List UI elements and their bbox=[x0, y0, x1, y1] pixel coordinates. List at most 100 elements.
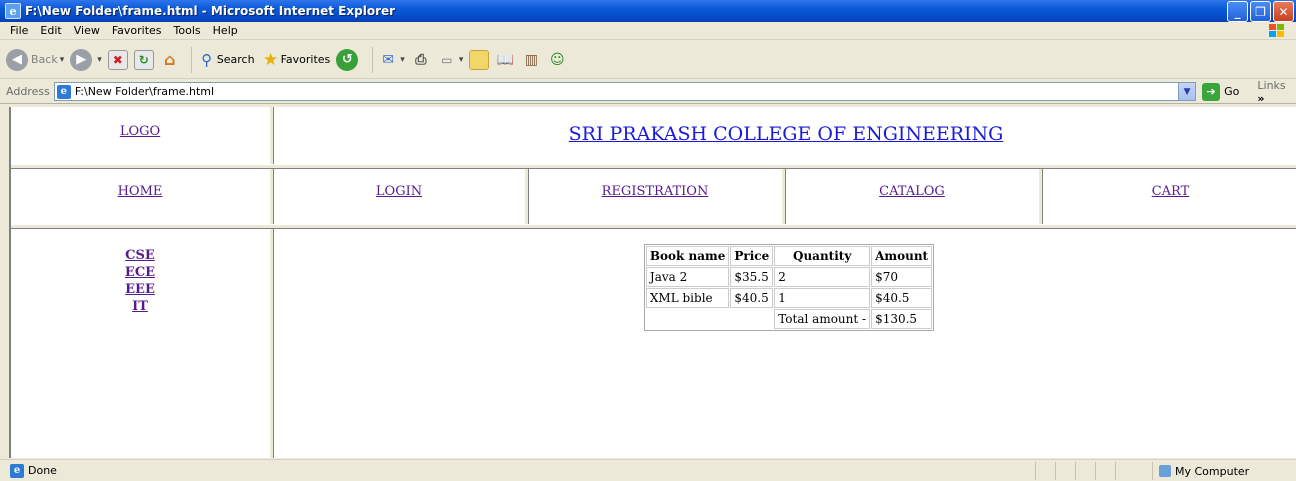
back-button[interactable]: ◀ Back ▾ bbox=[6, 48, 65, 71]
cell-price: $35.5 bbox=[730, 267, 774, 287]
research-icon: 📖 bbox=[496, 51, 515, 68]
address-label: Address bbox=[6, 85, 50, 98]
research-button[interactable]: 📖 bbox=[495, 50, 515, 70]
history-button[interactable]: ↺ bbox=[336, 48, 361, 71]
cell-amount: $40.5 bbox=[871, 288, 933, 308]
menu-help[interactable]: Help bbox=[207, 24, 244, 37]
cell-book-name: XML bible bbox=[645, 288, 730, 308]
folder-button[interactable] bbox=[469, 49, 490, 70]
dept-ece-link[interactable]: ECE bbox=[125, 264, 155, 281]
toolbar-separator bbox=[372, 46, 374, 73]
cell-price: $40.5 bbox=[730, 288, 774, 308]
minimize-button[interactable]: _ bbox=[1227, 1, 1248, 22]
col-price: Price bbox=[730, 246, 774, 266]
college-title-link[interactable]: SRI PRAKASH COLLEGE OF ENGINEERING bbox=[569, 123, 1004, 145]
go-button[interactable]: ➔ Go bbox=[1202, 82, 1239, 101]
book-icon: ▥ bbox=[524, 51, 538, 68]
nav-registration-link[interactable]: REGISTRATION bbox=[602, 184, 709, 199]
home-icon: ⌂ bbox=[164, 50, 176, 69]
login-frame: LOGIN bbox=[274, 169, 524, 224]
col-quantity: Quantity bbox=[774, 246, 871, 266]
search-button[interactable]: ⚲ Search bbox=[197, 50, 255, 70]
status-panel bbox=[1035, 462, 1055, 480]
close-button[interactable]: ✕ bbox=[1273, 1, 1294, 22]
status-panel bbox=[1055, 462, 1075, 480]
forward-button[interactable]: ▶ ▾ bbox=[70, 48, 102, 71]
forward-arrow-icon: ▶ bbox=[70, 48, 93, 71]
computer-icon bbox=[1159, 465, 1171, 477]
dept-frame: CSE ECE EEE IT bbox=[11, 229, 269, 458]
refresh-button[interactable]: ↻ bbox=[133, 49, 154, 70]
print-button[interactable]: ⎙ bbox=[411, 50, 431, 70]
links-label: Links bbox=[1257, 78, 1286, 92]
table-row: Java 2 $35.5 2 $70 bbox=[645, 267, 933, 287]
toolbar-separator bbox=[190, 46, 192, 73]
edit-button[interactable]: ▭ ▾ bbox=[437, 50, 463, 70]
page-icon: e bbox=[10, 463, 24, 478]
search-label: Search bbox=[216, 53, 255, 66]
home-frame: HOME bbox=[11, 169, 269, 224]
nav-home-link[interactable]: HOME bbox=[118, 184, 163, 199]
col-book-name: Book name bbox=[645, 246, 730, 266]
logo-frame: LOGO bbox=[11, 107, 269, 164]
zone-label: My Computer bbox=[1175, 464, 1250, 478]
back-label: Back bbox=[31, 53, 58, 66]
empty-cell bbox=[730, 309, 773, 329]
printer-icon: ⎙ bbox=[415, 51, 427, 68]
nav-login-link[interactable]: LOGIN bbox=[376, 184, 422, 199]
cart-frame: CART bbox=[1043, 169, 1296, 224]
chevron-down-icon: ▾ bbox=[59, 54, 65, 65]
cell-amount: $70 bbox=[871, 267, 933, 287]
stop-button[interactable]: ✖ bbox=[107, 49, 128, 70]
address-input[interactable]: e F:\New Folder\frame.html ▼ bbox=[53, 82, 1197, 101]
window-title: F:\New Folder\frame.html - Microsoft Int… bbox=[25, 4, 396, 18]
status-text: Done bbox=[28, 464, 57, 477]
contacts-button[interactable]: ☺ bbox=[547, 50, 567, 70]
home-button[interactable]: ⌂ bbox=[160, 50, 180, 70]
ie-icon: e bbox=[5, 3, 21, 19]
links-toolbar[interactable]: Links » bbox=[1257, 79, 1296, 105]
menu-edit[interactable]: Edit bbox=[34, 24, 67, 37]
stop-icon: ✖ bbox=[107, 49, 128, 70]
mail-button[interactable]: ✉ ▾ bbox=[378, 50, 405, 70]
security-zone: My Computer bbox=[1152, 462, 1296, 480]
windows-flag-icon bbox=[1262, 23, 1292, 39]
nav-catalog-link[interactable]: CATALOG bbox=[879, 184, 945, 199]
chevron-down-icon: ▾ bbox=[400, 54, 405, 65]
dept-eee-link[interactable]: EEE bbox=[125, 281, 155, 298]
status-panel bbox=[1115, 462, 1135, 480]
maximize-button[interactable]: ❐ bbox=[1250, 1, 1271, 22]
nav-cart-link[interactable]: CART bbox=[1152, 184, 1190, 199]
menu-bar: File Edit View Favorites Tools Help bbox=[0, 22, 1296, 40]
address-dropdown-icon[interactable]: ▼ bbox=[1178, 83, 1196, 100]
favorites-button[interactable]: ★ Favorites bbox=[261, 50, 330, 70]
total-label: Total amount - bbox=[774, 309, 871, 329]
total-row: Total amount - $130.5 bbox=[646, 309, 933, 329]
mail-icon: ✉ bbox=[382, 51, 395, 68]
address-url: F:\New Folder\frame.html bbox=[74, 85, 215, 98]
empty-cell bbox=[646, 309, 729, 329]
col-amount: Amount bbox=[871, 246, 933, 266]
menu-file[interactable]: File bbox=[4, 24, 34, 37]
status-panel bbox=[1095, 462, 1115, 480]
table-row: XML bible $40.5 1 $40.5 bbox=[645, 288, 933, 308]
go-arrow-icon: ➔ bbox=[1202, 82, 1221, 101]
menu-view[interactable]: View bbox=[68, 24, 106, 37]
title-bar: e F:\New Folder\frame.html - Microsoft I… bbox=[0, 0, 1296, 22]
menu-tools[interactable]: Tools bbox=[168, 24, 207, 37]
main-frame: Book name Price Quantity Amount Java 2 $… bbox=[274, 229, 1296, 458]
menu-favorites[interactable]: Favorites bbox=[106, 24, 168, 37]
cart-table: Book name Price Quantity Amount Java 2 $… bbox=[643, 244, 935, 331]
window-controls: _ ❐ ✕ bbox=[1227, 1, 1294, 22]
edit-icon: ▭ bbox=[441, 52, 453, 67]
registration-frame: REGISTRATION bbox=[529, 169, 781, 224]
people-icon: ☺ bbox=[550, 51, 565, 68]
status-panels bbox=[1035, 462, 1135, 480]
cell-book-name: Java 2 bbox=[645, 267, 730, 287]
dept-cse-link[interactable]: CSE bbox=[125, 247, 155, 264]
logo-link[interactable]: LOGO bbox=[120, 124, 160, 139]
messenger-button[interactable]: ▥ bbox=[521, 50, 541, 70]
dept-it-link[interactable]: IT bbox=[132, 298, 148, 315]
status-panel bbox=[1075, 462, 1095, 480]
catalog-frame: CATALOG bbox=[786, 169, 1038, 224]
